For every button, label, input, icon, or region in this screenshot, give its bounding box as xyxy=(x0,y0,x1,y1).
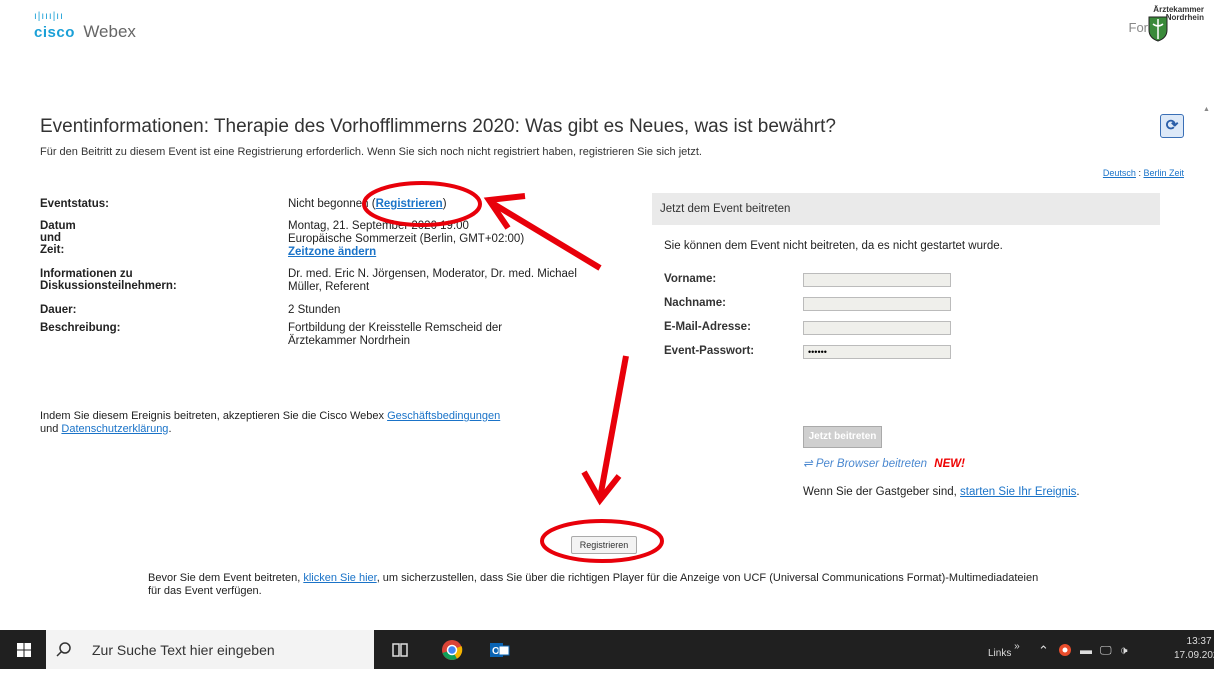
network-icon[interactable]: 🖵 xyxy=(1100,643,1112,682)
annotation-arrow-status xyxy=(490,200,602,271)
chevron-right-icon: » xyxy=(1014,641,1020,652)
battery-icon[interactable]: ▬ xyxy=(1080,643,1092,682)
annotation-circle-status xyxy=(362,181,482,227)
windows-icon xyxy=(17,643,31,657)
red-annotations xyxy=(362,181,664,563)
links-toolbar[interactable]: Links » xyxy=(988,641,1020,687)
chrome-icon[interactable] xyxy=(439,637,465,663)
outlook-icon[interactable]: O xyxy=(486,637,512,663)
taskbar-search[interactable]: Zur Suche Text hier eingeben xyxy=(46,630,374,669)
tray-overflow-icon[interactable]: ⌃ xyxy=(1038,643,1049,682)
annotation-arrow-register xyxy=(597,355,629,499)
start-button[interactable] xyxy=(0,630,46,669)
annotation-circle-register xyxy=(540,519,664,563)
task-view-icon[interactable] xyxy=(387,637,413,663)
clock-time: 13:37 xyxy=(1186,636,1212,647)
search-placeholder: Zur Suche Text hier eingeben xyxy=(92,642,275,658)
taskbar-clock[interactable]: 13:37 17.09.2020 xyxy=(1174,635,1214,663)
links-label: Links xyxy=(988,648,1012,659)
volume-icon[interactable]: 🕩 xyxy=(1120,643,1128,682)
tray-app-icon[interactable] xyxy=(1058,643,1072,682)
search-icon xyxy=(56,642,71,657)
clock-date: 17.09.2020 xyxy=(1174,650,1214,661)
